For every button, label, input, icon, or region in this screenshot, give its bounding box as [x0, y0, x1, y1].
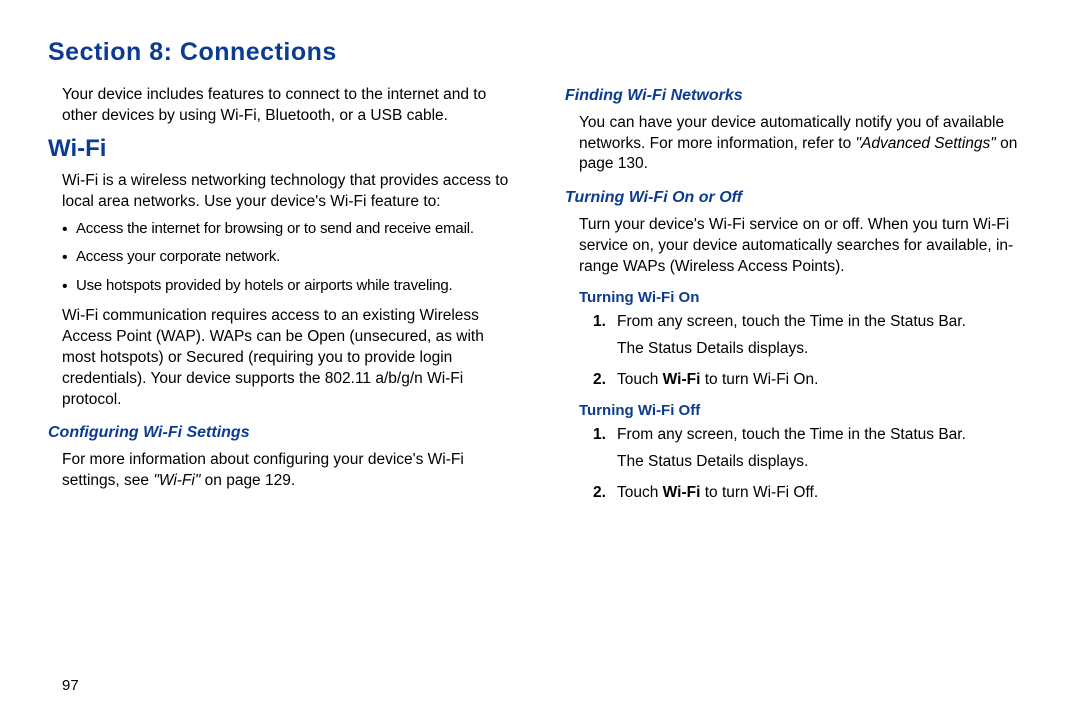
page-number: 97 [62, 677, 79, 694]
wifi-feature-list: Access the internet for browsing or to s… [62, 219, 515, 296]
list-item: Access the internet for browsing or to s… [62, 219, 515, 239]
wifi-label: Wi-Fi [663, 484, 701, 501]
wap-paragraph: Wi-Fi communication requires access to a… [62, 306, 515, 411]
text: on page 129. [200, 472, 295, 489]
list-item: Use hotspots provided by hotels or airpo… [62, 276, 515, 296]
configuring-heading: Configuring Wi-Fi Settings [48, 422, 515, 444]
two-column-layout: Your device includes features to connect… [48, 85, 1032, 514]
reference-link: "Wi-Fi" [153, 472, 200, 489]
turning-on-steps: From any screen, touch the Time in the S… [593, 312, 1032, 391]
text: The Status Details displays. [617, 452, 1032, 473]
text: From any screen, touch the Time in the S… [617, 426, 966, 443]
reference-link: "Advanced Settings" [856, 135, 996, 152]
step-item: From any screen, touch the Time in the S… [593, 312, 1032, 360]
list-item: Access your corporate network. [62, 247, 515, 267]
finding-networks-paragraph: You can have your device automatically n… [579, 113, 1032, 176]
configuring-paragraph: For more information about configuring y… [62, 450, 515, 492]
wifi-heading: Wi-Fi [48, 133, 515, 165]
text: Touch [617, 371, 663, 388]
turning-off-steps: From any screen, touch the Time in the S… [593, 425, 1032, 504]
intro-paragraph: Your device includes features to connect… [62, 85, 515, 127]
step-item: Touch Wi-Fi to turn Wi-Fi On. [593, 370, 1032, 391]
text: The Status Details displays. [617, 339, 1032, 360]
text: From any screen, touch the Time in the S… [617, 313, 966, 330]
wifi-label: Wi-Fi [663, 371, 701, 388]
step-item: From any screen, touch the Time in the S… [593, 425, 1032, 473]
text: Touch [617, 484, 663, 501]
text: to turn Wi-Fi On. [700, 371, 818, 388]
turning-off-heading: Turning Wi-Fi Off [565, 401, 1032, 421]
turning-onoff-heading: Turning Wi-Fi On or Off [565, 187, 1032, 209]
finding-networks-heading: Finding Wi-Fi Networks [565, 85, 1032, 107]
wifi-description: Wi-Fi is a wireless networking technolog… [62, 171, 515, 213]
section-title: Section 8: Connections [48, 38, 1032, 67]
left-column: Your device includes features to connect… [48, 85, 515, 514]
right-column: Finding Wi-Fi Networks You can have your… [565, 85, 1032, 514]
step-item: Touch Wi-Fi to turn Wi-Fi Off. [593, 483, 1032, 504]
turning-onoff-paragraph: Turn your device's Wi-Fi service on or o… [579, 215, 1032, 278]
turning-on-heading: Turning Wi-Fi On [565, 288, 1032, 308]
text: to turn Wi-Fi Off. [700, 484, 818, 501]
